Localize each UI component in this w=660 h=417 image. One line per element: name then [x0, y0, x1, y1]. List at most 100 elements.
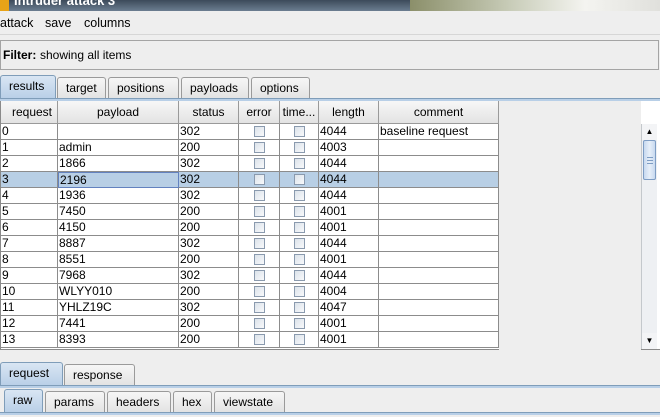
- error-checkbox[interactable]: [254, 174, 265, 185]
- scroll-up-button[interactable]: ▲: [642, 124, 657, 140]
- cell-comment: [379, 316, 499, 332]
- table-row[interactable]: 6 4150 200 4001: [1, 220, 499, 236]
- timeout-checkbox[interactable]: [294, 302, 305, 313]
- tab-positions[interactable]: positions: [108, 77, 179, 99]
- cell-status: 302: [179, 156, 239, 172]
- error-checkbox[interactable]: [254, 302, 265, 313]
- tab-viewstate[interactable]: viewstate: [214, 391, 285, 413]
- cell-length: 4003: [319, 140, 379, 156]
- menu-columns[interactable]: columns: [84, 16, 131, 30]
- timeout-checkbox[interactable]: [294, 334, 305, 345]
- table-row[interactable]: 3 2196 302 4044: [1, 172, 499, 188]
- error-checkbox[interactable]: [254, 270, 265, 281]
- table-row[interactable]: 2 1866 302 4044: [1, 156, 499, 172]
- window-title: Intruder attack 3: [14, 0, 116, 8]
- menu-save[interactable]: save: [45, 16, 71, 30]
- cell-comment: [379, 284, 499, 300]
- error-checkbox[interactable]: [254, 206, 265, 217]
- column-header-status[interactable]: status: [179, 101, 239, 124]
- timeout-checkbox[interactable]: [294, 206, 305, 217]
- scroll-down-button[interactable]: ▼: [642, 333, 657, 349]
- cell-error: [239, 252, 280, 268]
- timeout-checkbox[interactable]: [294, 318, 305, 329]
- cell-length: 4044: [319, 188, 379, 204]
- cell-timeout: [280, 332, 319, 348]
- timeout-checkbox[interactable]: [294, 126, 305, 137]
- error-checkbox[interactable]: [254, 158, 265, 169]
- table-row[interactable]: 12 7441 200 4001: [1, 316, 499, 332]
- cell-length: 4001: [319, 316, 379, 332]
- tab-hex[interactable]: hex: [173, 391, 212, 413]
- cell-request: 10: [1, 284, 58, 300]
- cell-length: 4044: [319, 268, 379, 284]
- table-vertical-scrollbar[interactable]: ▲ ▼: [641, 124, 657, 349]
- cell-comment: [379, 188, 499, 204]
- cell-payload: [58, 124, 179, 140]
- table-row[interactable]: 10 WLYY010 200 4004: [1, 284, 499, 300]
- timeout-checkbox[interactable]: [294, 222, 305, 233]
- filter-bar[interactable]: Filter: showing all items: [0, 40, 659, 70]
- cell-status: 302: [179, 172, 239, 188]
- error-checkbox[interactable]: [254, 142, 265, 153]
- table-row[interactable]: 8 8551 200 4001: [1, 252, 499, 268]
- cell-timeout: [280, 252, 319, 268]
- error-checkbox[interactable]: [254, 334, 265, 345]
- tab-target[interactable]: target: [57, 77, 106, 99]
- column-header-length[interactable]: length: [319, 101, 379, 124]
- column-header-request[interactable]: request: [1, 101, 58, 124]
- table-row[interactable]: 11 YHLZ19C 302 4047: [1, 300, 499, 316]
- error-checkbox[interactable]: [254, 238, 265, 249]
- tab-options[interactable]: options: [251, 77, 310, 99]
- timeout-checkbox[interactable]: [294, 190, 305, 201]
- cell-request: 0: [1, 124, 58, 140]
- timeout-checkbox[interactable]: [294, 174, 305, 185]
- table-row[interactable]: 0 302 4044 baseline request: [1, 124, 499, 140]
- table-row[interactable]: 13 8393 200 4001: [1, 332, 499, 348]
- scrollbar-thumb[interactable]: [643, 140, 656, 180]
- error-checkbox[interactable]: [254, 318, 265, 329]
- table-empty-area: [499, 101, 641, 350]
- column-header-timeout[interactable]: time...: [280, 101, 319, 124]
- cell-payload: 1866: [58, 156, 179, 172]
- cell-length: 4047: [319, 300, 379, 316]
- error-checkbox[interactable]: [254, 190, 265, 201]
- tab-results[interactable]: results: [0, 75, 56, 99]
- timeout-checkbox[interactable]: [294, 254, 305, 265]
- tab-raw[interactable]: raw: [4, 389, 43, 413]
- tab-headers[interactable]: headers: [107, 391, 171, 413]
- triangle-up-icon: ▲: [645, 127, 654, 136]
- error-checkbox[interactable]: [254, 126, 265, 137]
- column-header-payload[interactable]: payload: [58, 101, 179, 124]
- tab-request[interactable]: request: [0, 362, 63, 386]
- table-row[interactable]: 9 7968 302 4044: [1, 268, 499, 284]
- menu-attack[interactable]: attack: [0, 16, 33, 30]
- tab-response[interactable]: response: [64, 364, 135, 386]
- error-checkbox[interactable]: [254, 286, 265, 297]
- timeout-checkbox[interactable]: [294, 286, 305, 297]
- cell-request: 11: [1, 300, 58, 316]
- cell-payload: 2196: [58, 172, 179, 188]
- table-row[interactable]: 7 8887 302 4044: [1, 236, 499, 252]
- tab-params[interactable]: params: [45, 391, 105, 413]
- table-row[interactable]: 1 admin 200 4003: [1, 140, 499, 156]
- column-header-comment[interactable]: comment: [379, 101, 499, 124]
- cell-error: [239, 156, 280, 172]
- error-checkbox[interactable]: [254, 254, 265, 265]
- cell-length: 4044: [319, 124, 379, 140]
- cell-comment: [379, 332, 499, 348]
- cell-comment: [379, 220, 499, 236]
- table-row[interactable]: 4 1936 302 4044: [1, 188, 499, 204]
- cell-payload: 8551: [58, 252, 179, 268]
- cell-payload: YHLZ19C: [58, 300, 179, 316]
- cell-comment: [379, 300, 499, 316]
- column-header-error[interactable]: error: [239, 101, 280, 124]
- timeout-checkbox[interactable]: [294, 238, 305, 249]
- error-checkbox[interactable]: [254, 222, 265, 233]
- cell-error: [239, 332, 280, 348]
- timeout-checkbox[interactable]: [294, 142, 305, 153]
- timeout-checkbox[interactable]: [294, 158, 305, 169]
- table-row[interactable]: 5 7450 200 4001: [1, 204, 499, 220]
- timeout-checkbox[interactable]: [294, 270, 305, 281]
- cell-error: [239, 316, 280, 332]
- tab-payloads[interactable]: payloads: [181, 77, 249, 99]
